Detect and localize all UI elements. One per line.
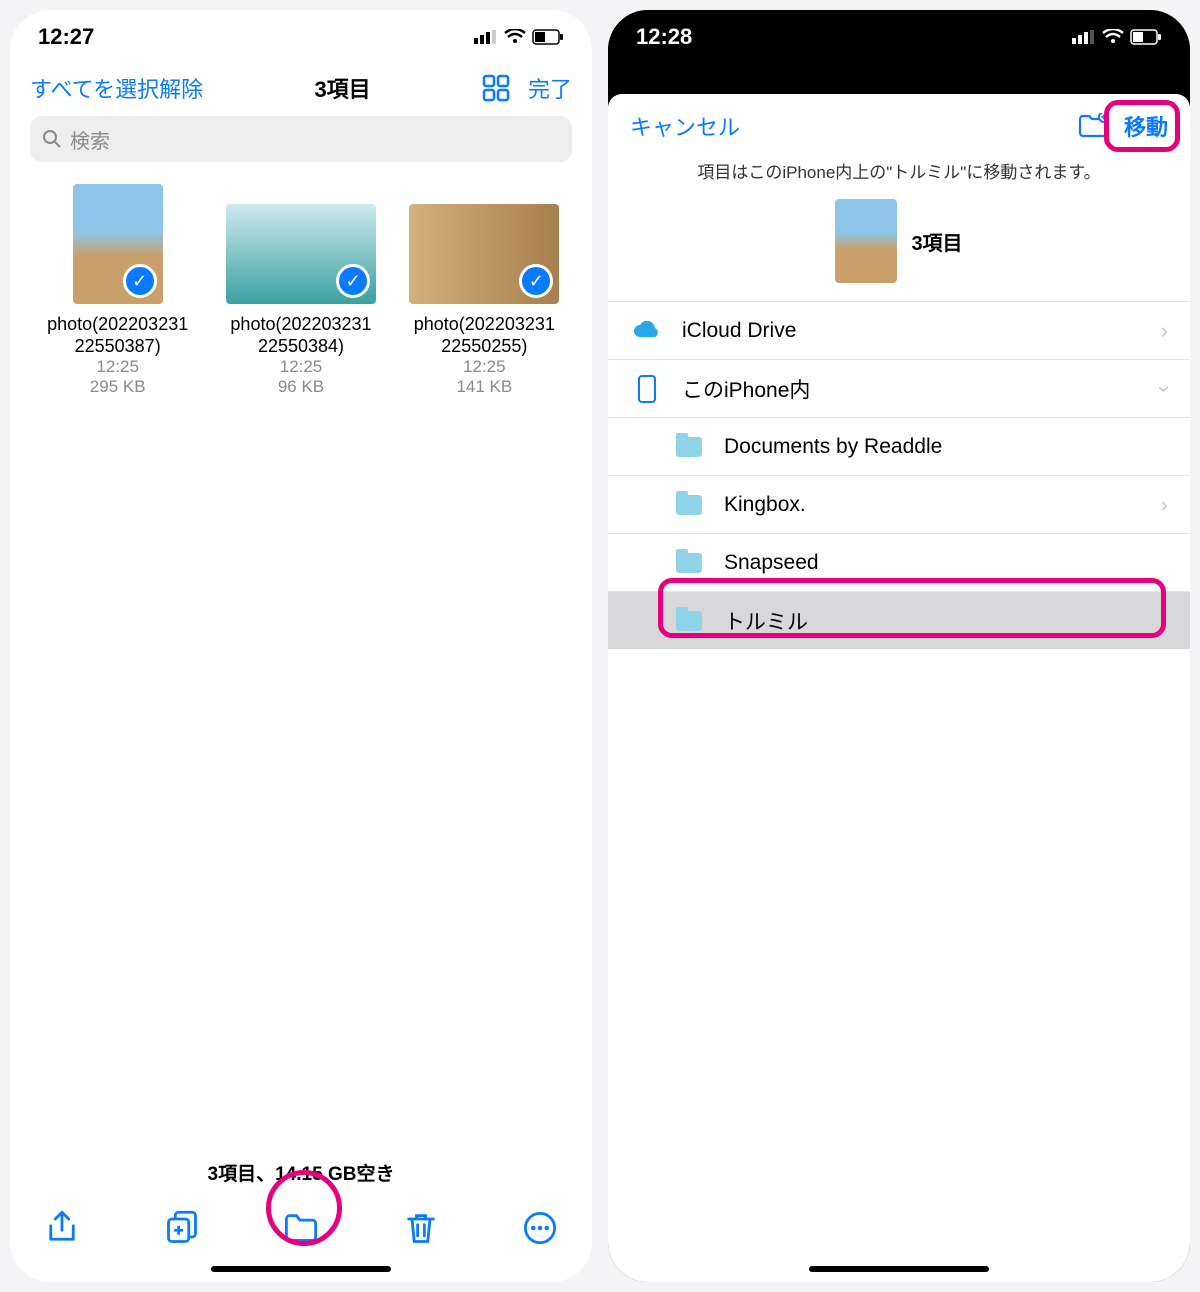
- row-label: Snapseed: [724, 551, 1168, 575]
- hero-count: 3項目: [911, 227, 962, 256]
- row-on-my-iphone[interactable]: このiPhone内 ›: [608, 359, 1190, 417]
- file-name: photo(20220323122550255): [397, 314, 572, 357]
- file-item[interactable]: ✓ photo(20220323122550255) 12:25 141 KB: [397, 184, 572, 397]
- highlight-folder-button: [266, 1170, 342, 1246]
- status-time: 12:28: [636, 24, 692, 50]
- battery-icon: [532, 29, 564, 45]
- file-thumbnail: ✓: [226, 204, 376, 304]
- chevron-right-icon: ›: [1161, 492, 1168, 518]
- hero: 3項目: [608, 193, 1190, 301]
- phone-right: 12:28 キャンセル 移動 項目はこのiPhone内上の"トルミル"に移動され…: [608, 10, 1190, 1282]
- file-item[interactable]: ✓ photo(20220323122550384) 12:25 96 KB: [213, 184, 388, 397]
- icloud-icon: [630, 321, 664, 341]
- file-time: 12:25: [213, 357, 388, 377]
- wifi-icon: [1102, 29, 1124, 45]
- status-bar: 12:27: [10, 10, 592, 64]
- chevron-down-icon: ›: [1151, 385, 1177, 392]
- share-icon[interactable]: [44, 1210, 80, 1246]
- folder-icon: [672, 553, 706, 573]
- cellular-icon: [1072, 30, 1096, 44]
- sheet-nav: キャンセル 移動: [608, 94, 1190, 148]
- file-thumbnail: ✓: [73, 184, 163, 304]
- hero-thumbnail: [835, 199, 897, 283]
- battery-icon: [1130, 29, 1162, 45]
- grid-view-icon[interactable]: [482, 74, 510, 102]
- trash-icon[interactable]: [403, 1210, 439, 1246]
- row-label: Documents by Readdle: [724, 435, 1168, 459]
- home-indicator[interactable]: [809, 1266, 989, 1272]
- duplicate-icon[interactable]: [164, 1210, 200, 1246]
- file-time: 12:25: [397, 357, 572, 377]
- row-label: Kingbox.: [724, 493, 1161, 517]
- wifi-icon: [504, 29, 526, 45]
- more-icon[interactable]: [522, 1210, 558, 1246]
- search-placeholder: 検索: [70, 125, 110, 154]
- move-sheet: キャンセル 移動 項目はこのiPhone内上の"トルミル"に移動されます。 3項…: [608, 94, 1190, 1282]
- status-icons: [474, 29, 564, 45]
- selected-check-icon: ✓: [519, 264, 553, 298]
- deselect-all-button[interactable]: すべてを選択解除: [30, 72, 203, 104]
- nav-title: 3項目: [314, 72, 370, 104]
- row-icloud-drive[interactable]: iCloud Drive ›: [608, 301, 1190, 359]
- selected-check-icon: ✓: [123, 264, 157, 298]
- row-kingbox[interactable]: Kingbox. ›: [608, 475, 1190, 533]
- file-size: 295 KB: [30, 377, 205, 397]
- file-size: 96 KB: [213, 377, 388, 397]
- highlight-move-button: [1104, 100, 1180, 152]
- file-name: photo(20220323122550384): [213, 314, 388, 357]
- cellular-icon: [474, 30, 498, 44]
- home-indicator[interactable]: [211, 1266, 391, 1272]
- file-name: photo(20220323122550387): [30, 314, 205, 357]
- phone-left: 12:27 すべてを選択解除 3項目 完了 検索 ✓ photo(2022032…: [10, 10, 592, 1282]
- chevron-right-icon: ›: [1161, 318, 1168, 344]
- status-bar: 12:28: [608, 10, 1190, 64]
- folder-icon: [672, 495, 706, 515]
- row-documents-readdle[interactable]: Documents by Readdle: [608, 417, 1190, 475]
- move-hint: 項目はこのiPhone内上の"トルミル"に移動されます。: [608, 148, 1190, 193]
- folder-icon: [672, 437, 706, 457]
- status-icons: [1072, 29, 1162, 45]
- row-label: このiPhone内: [682, 374, 1161, 404]
- nav-bar: すべてを選択解除 3項目 完了: [10, 64, 592, 112]
- cancel-button[interactable]: キャンセル: [630, 110, 740, 142]
- iphone-icon: [630, 375, 664, 403]
- file-size: 141 KB: [397, 377, 572, 397]
- done-button[interactable]: 完了: [528, 72, 572, 104]
- highlight-torumiru-row: [658, 578, 1166, 638]
- status-time: 12:27: [38, 24, 94, 50]
- file-grid: ✓ photo(20220323122550387) 12:25 295 KB …: [10, 172, 592, 409]
- row-label: iCloud Drive: [682, 319, 1161, 343]
- file-time: 12:25: [30, 357, 205, 377]
- selected-check-icon: ✓: [336, 264, 370, 298]
- file-thumbnail: ✓: [409, 204, 559, 304]
- search-field[interactable]: 検索: [30, 116, 572, 162]
- search-icon: [42, 129, 62, 149]
- file-item[interactable]: ✓ photo(20220323122550387) 12:25 295 KB: [30, 184, 205, 397]
